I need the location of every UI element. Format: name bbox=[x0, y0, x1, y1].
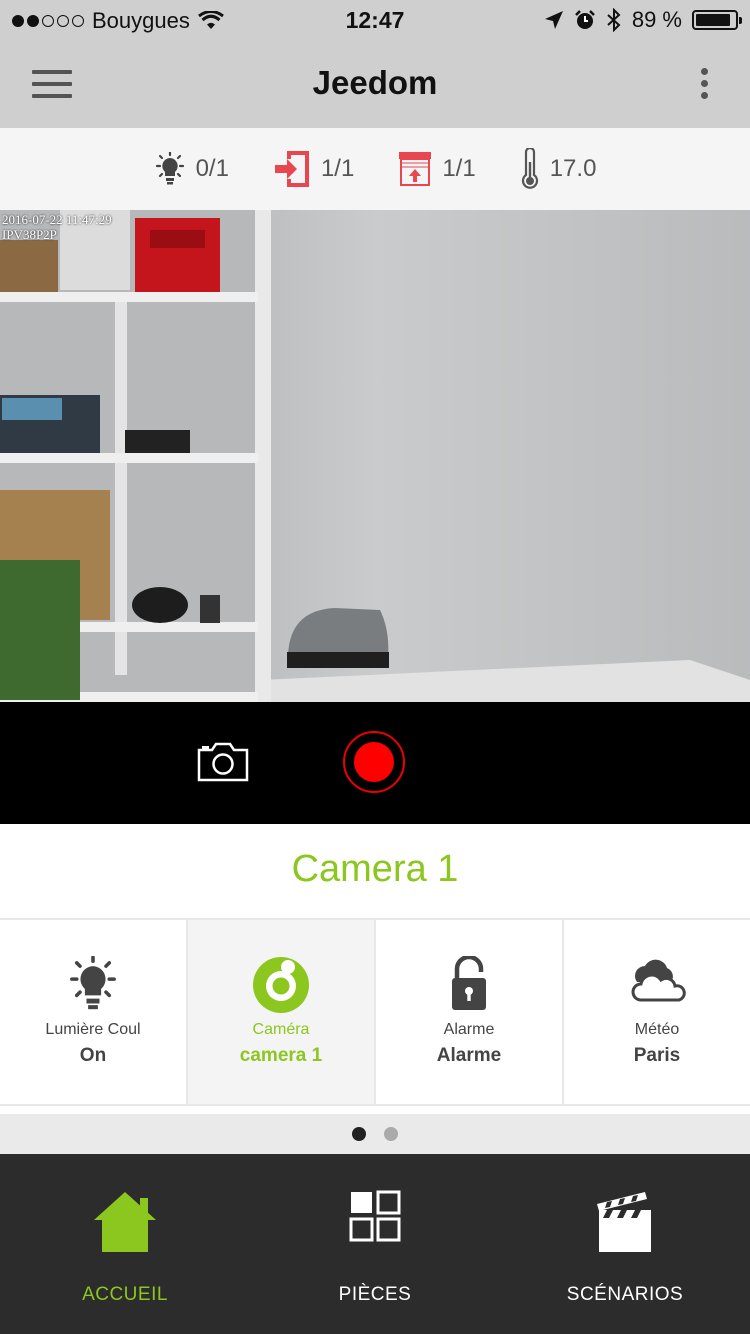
tile-label: Caméra bbox=[252, 1021, 310, 1038]
tile-alarme[interactable]: Alarme Alarme bbox=[376, 920, 562, 1104]
battery-percent: 89 % bbox=[631, 7, 682, 32]
vertical-dots-icon[interactable] bbox=[698, 68, 710, 102]
tile-label: Météo bbox=[634, 1021, 680, 1038]
tile-label: Lumière Coul bbox=[45, 1021, 141, 1038]
record-icon bbox=[354, 742, 394, 782]
summary-temperature-value: 17.0 bbox=[549, 155, 597, 182]
tab-accueil[interactable]: ACCUEIL bbox=[0, 1154, 250, 1334]
camera-overlay: 2016-07-22 11:47:29 IPV38P2P bbox=[2, 212, 112, 242]
padlock-open-icon bbox=[452, 956, 486, 1010]
tab-bar: ACCUEIL PIÈCES SCÉNARIOS bbox=[0, 1154, 750, 1334]
summary-item-temperature[interactable]: 17.0 bbox=[520, 148, 597, 190]
page-dot-1[interactable] bbox=[352, 1127, 366, 1141]
tile-label: Alarme bbox=[443, 1021, 495, 1038]
summary-item-doors[interactable]: 1/1 bbox=[273, 149, 354, 189]
widget-section-title: Camera 1 bbox=[291, 848, 459, 890]
camera-icon bbox=[197, 742, 249, 782]
eye-icon bbox=[253, 957, 309, 1013]
light-bulb-icon bbox=[155, 152, 184, 185]
summary-bar: 0/1 1/1 1/1 17.0 bbox=[0, 128, 750, 210]
tab-label: PIÈCES bbox=[338, 1284, 412, 1305]
camera-feed[interactable]: 2016-07-22 11:47:29 IPV38P2P bbox=[0, 210, 750, 702]
cloud-sun-icon bbox=[631, 959, 686, 1002]
battery-icon bbox=[692, 10, 742, 30]
tab-pieces[interactable]: PIÈCES bbox=[250, 1154, 500, 1334]
shutter-icon bbox=[399, 152, 432, 186]
tile-value: Paris bbox=[633, 1045, 681, 1066]
home-icon bbox=[94, 1192, 156, 1252]
battery-fill bbox=[696, 14, 730, 26]
tile-lumiere[interactable]: Lumière Coul On bbox=[0, 920, 186, 1104]
location-arrow-icon bbox=[544, 11, 563, 29]
tile-camera[interactable]: Caméra camera 1 bbox=[188, 920, 374, 1104]
top-bar: Bouygues 12:47 89 % Jeedom bbox=[0, 0, 750, 128]
status-right: 89 % bbox=[544, 7, 742, 33]
tile-value: Alarme bbox=[436, 1045, 502, 1066]
page-dot-2[interactable] bbox=[384, 1127, 398, 1141]
page-indicator[interactable] bbox=[0, 1114, 750, 1154]
camera-timestamp: 2016-07-22 11:47:29 bbox=[2, 212, 112, 227]
summary-shutters-value: 1/1 bbox=[442, 155, 476, 182]
status-bar: Bouygues 12:47 89 % bbox=[0, 0, 750, 40]
summary-doors-value: 1/1 bbox=[320, 155, 355, 182]
tab-label: ACCUEIL bbox=[82, 1284, 168, 1305]
thermometer-icon bbox=[521, 148, 538, 189]
light-bulb-icon bbox=[70, 956, 116, 1010]
record-button[interactable] bbox=[343, 731, 405, 793]
summary-lights-value: 0/1 bbox=[195, 155, 229, 182]
tab-scenarios[interactable]: SCÉNARIOS bbox=[500, 1154, 750, 1334]
tile-meteo[interactable]: Météo Paris bbox=[564, 920, 750, 1104]
clapperboard-icon bbox=[597, 1192, 651, 1252]
widget-tiles: Lumière Coul On Caméra camera 1 Alarme A… bbox=[0, 918, 750, 1106]
bluetooth-icon bbox=[607, 8, 621, 32]
camera-feed-image bbox=[0, 210, 750, 702]
page-title: Jeedom bbox=[312, 64, 438, 101]
camera-id: IPV38P2P bbox=[2, 227, 57, 242]
tile-value: On bbox=[79, 1045, 107, 1066]
snapshot-button[interactable] bbox=[196, 742, 250, 782]
summary-item-shutters[interactable]: 1/1 bbox=[398, 151, 476, 187]
summary-item-lights[interactable]: 0/1 bbox=[154, 152, 229, 186]
grid-icon bbox=[349, 1190, 401, 1242]
door-enter-icon bbox=[274, 151, 309, 187]
alarm-clock-icon bbox=[574, 10, 595, 29]
tile-value: camera 1 bbox=[239, 1045, 323, 1066]
tab-label: SCÉNARIOS bbox=[566, 1284, 684, 1305]
